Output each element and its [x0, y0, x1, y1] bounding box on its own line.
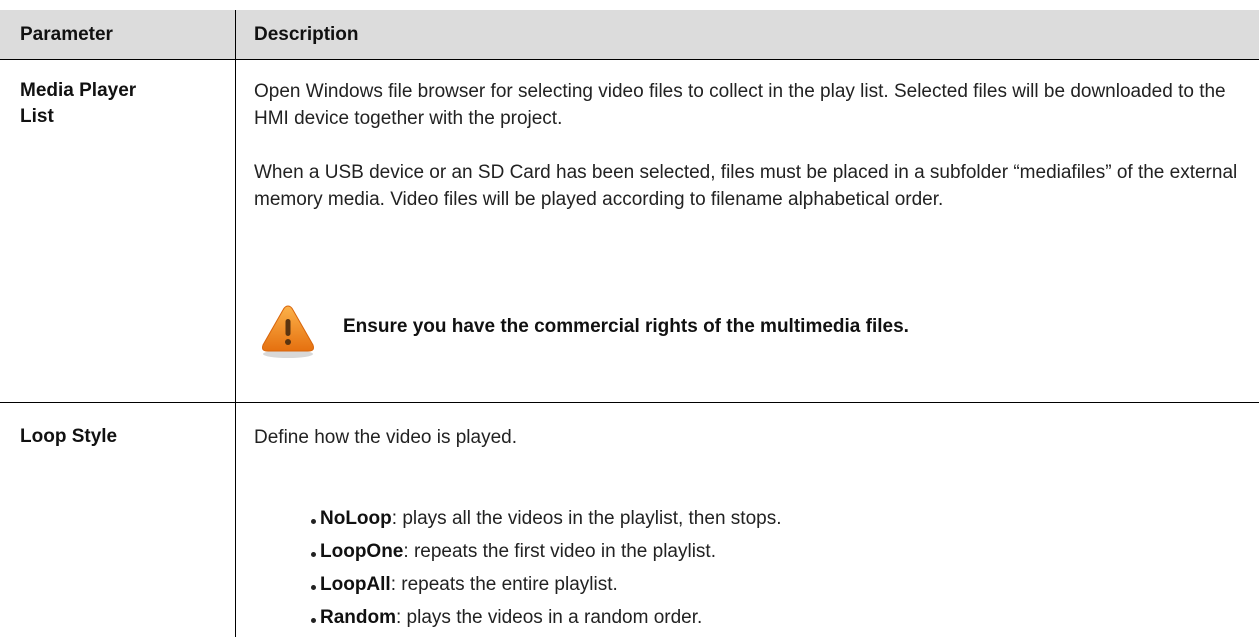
- column-divider: [235, 10, 236, 637]
- option-description: : repeats the first video in the playlis…: [403, 541, 716, 562]
- header-description: Description: [254, 24, 359, 45]
- warning-triangle-icon: [262, 305, 314, 358]
- loop-style-intro: Define how the video is played.: [254, 427, 517, 448]
- list-item: LoopAll: repeats the entire playlist.: [311, 572, 781, 605]
- list-item: NoLoop: plays all the videos in the play…: [311, 506, 782, 539]
- option-description: : plays the videos in a random order.: [396, 607, 703, 628]
- list-item: Random: plays the videos in a random ord…: [311, 605, 781, 638]
- media-player-description: Open Windows file browser for selecting …: [254, 81, 1226, 129]
- option-description: : repeats the entire playlist.: [390, 574, 618, 595]
- bullet-icon: [311, 618, 316, 623]
- param-loop-style: Loop Style: [20, 426, 118, 447]
- param-media-player-list: Media Player List: [20, 78, 136, 130]
- param-label-line2: List: [20, 106, 54, 127]
- header-parameter: Parameter: [20, 24, 113, 45]
- row-divider: [0, 402, 1259, 403]
- option-description: : plays all the videos in the playlist, …: [391, 508, 782, 529]
- loop-style-options: NoLoop: plays all the videos in the play…: [311, 506, 782, 638]
- bullet-icon: [311, 585, 316, 590]
- option-name: LoopOne: [320, 541, 404, 562]
- media-player-note: When a USB device or an SD Card has been…: [254, 162, 1238, 210]
- option-name: Random: [320, 607, 396, 628]
- bullet-icon: [311, 519, 316, 524]
- warning-text: Ensure you have the commercial rights of…: [343, 316, 909, 337]
- bullet-icon: [311, 552, 316, 557]
- option-name: LoopAll: [320, 574, 391, 595]
- param-label-line1: Media Player: [20, 80, 137, 101]
- option-name: NoLoop: [320, 508, 392, 529]
- list-item: LoopOne: repeats the first video in the …: [311, 539, 781, 572]
- header-bottom-rule: [0, 59, 1259, 60]
- table-header-row: Parameter Description: [0, 10, 1259, 59]
